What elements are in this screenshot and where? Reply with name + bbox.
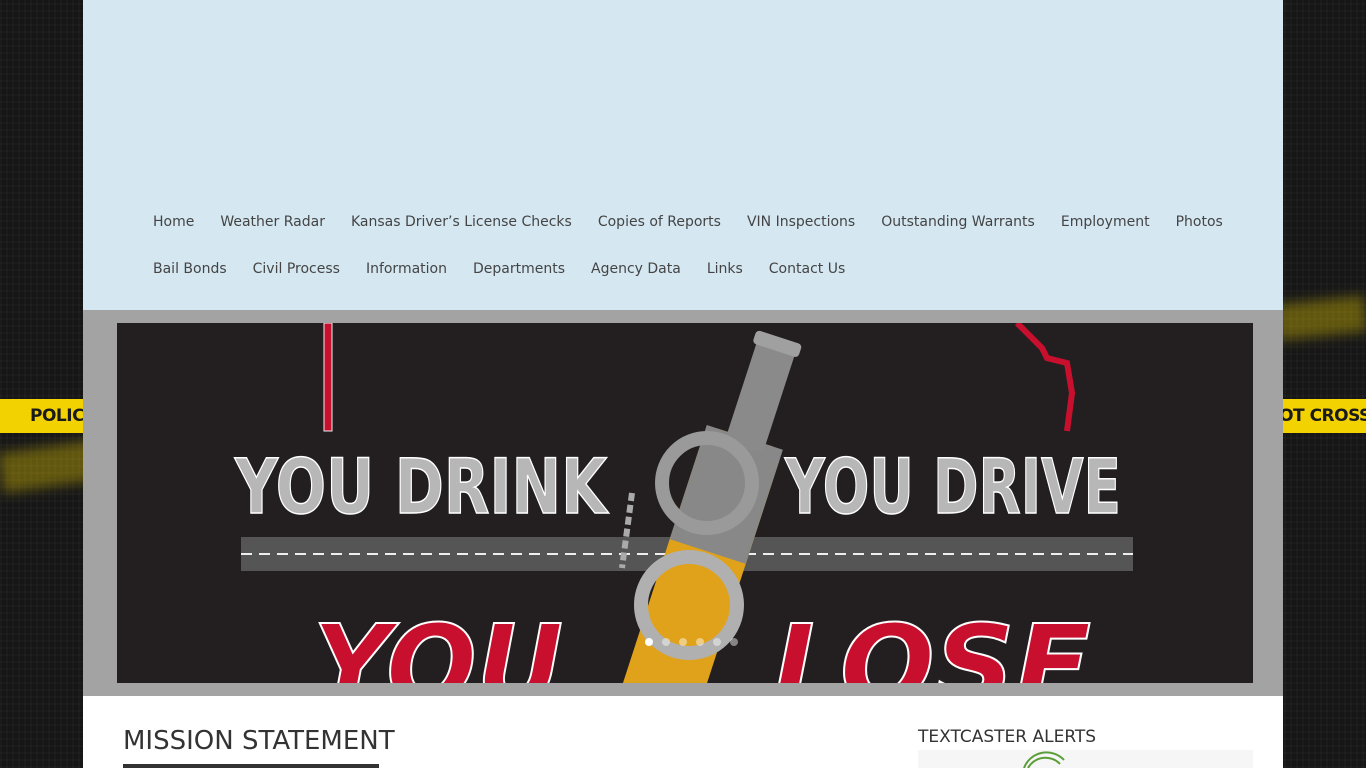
- site-header: Home Weather Radar Kansas Driver’s License…: [83, 0, 1283, 310]
- mission-statement-heading: MISSION STATEMENT: [123, 726, 395, 756]
- nav-link-information[interactable]: Information: [366, 261, 447, 277]
- nav-link-kansas-driver-s-license-checks[interactable]: Kansas Driver’s License Checks: [351, 214, 572, 230]
- mission-image-top: [123, 764, 379, 768]
- nav-link-outstanding-warrants[interactable]: Outstanding Warrants: [881, 214, 1035, 230]
- slide-graphic: YOU DRINK YOU DRIVE YOU LOSE: [233, 323, 1133, 683]
- nav-link-home[interactable]: Home: [153, 214, 194, 230]
- nav-link-contact-us[interactable]: Contact Us: [769, 261, 845, 277]
- nav-link-bail-bonds[interactable]: Bail Bonds: [153, 261, 227, 277]
- nav-link-photos[interactable]: Photos: [1176, 214, 1223, 230]
- site-container: Home Weather Radar Kansas Driver’s License…: [83, 0, 1283, 768]
- slide-drunk-driving[interactable]: YOU DRINK YOU DRIVE YOU LOSE: [117, 323, 1253, 683]
- main-nav-row-2: Bail Bonds Civil Process Information Depart…: [153, 261, 871, 277]
- slogan-line2-right: LOSE: [773, 601, 1091, 683]
- nav-link-civil-process[interactable]: Civil Process: [253, 261, 340, 277]
- slider-pagination: [645, 638, 738, 646]
- slider-dot[interactable]: [696, 638, 704, 646]
- textcaster-alerts-heading: TEXTCASTER ALERTS: [918, 727, 1097, 747]
- slider-dot[interactable]: [662, 638, 670, 646]
- nav-link-vin-inspections[interactable]: VIN Inspections: [747, 214, 855, 230]
- nav-link-links[interactable]: Links: [707, 261, 743, 277]
- nav-link-agency-data[interactable]: Agency Data: [591, 261, 681, 277]
- nav-link-departments[interactable]: Departments: [473, 261, 565, 277]
- main-content: MISSION STATEMENT TEXTCASTER ALERTS: [83, 696, 1283, 768]
- nav-link-copies-of-reports[interactable]: Copies of Reports: [598, 214, 721, 230]
- slogan-line1-left: YOU DRINK: [234, 442, 609, 531]
- slogan-line1-right: YOU DRIVE: [784, 442, 1121, 531]
- slider-dot[interactable]: [713, 638, 721, 646]
- textcaster-widget[interactable]: [918, 750, 1253, 768]
- signal-icon: [1023, 751, 1065, 768]
- slider-dot[interactable]: [679, 638, 687, 646]
- slogan-line2-left: YOU: [313, 601, 563, 683]
- hero-slider: YOU DRINK YOU DRIVE YOU LOSE: [83, 310, 1283, 696]
- slider-dot[interactable]: [730, 638, 738, 646]
- slider-dot[interactable]: [645, 638, 653, 646]
- nav-link-weather-radar[interactable]: Weather Radar: [220, 214, 325, 230]
- main-nav-row-1: Home Weather Radar Kansas Driver’s License…: [153, 214, 1249, 230]
- nav-link-employment[interactable]: Employment: [1061, 214, 1150, 230]
